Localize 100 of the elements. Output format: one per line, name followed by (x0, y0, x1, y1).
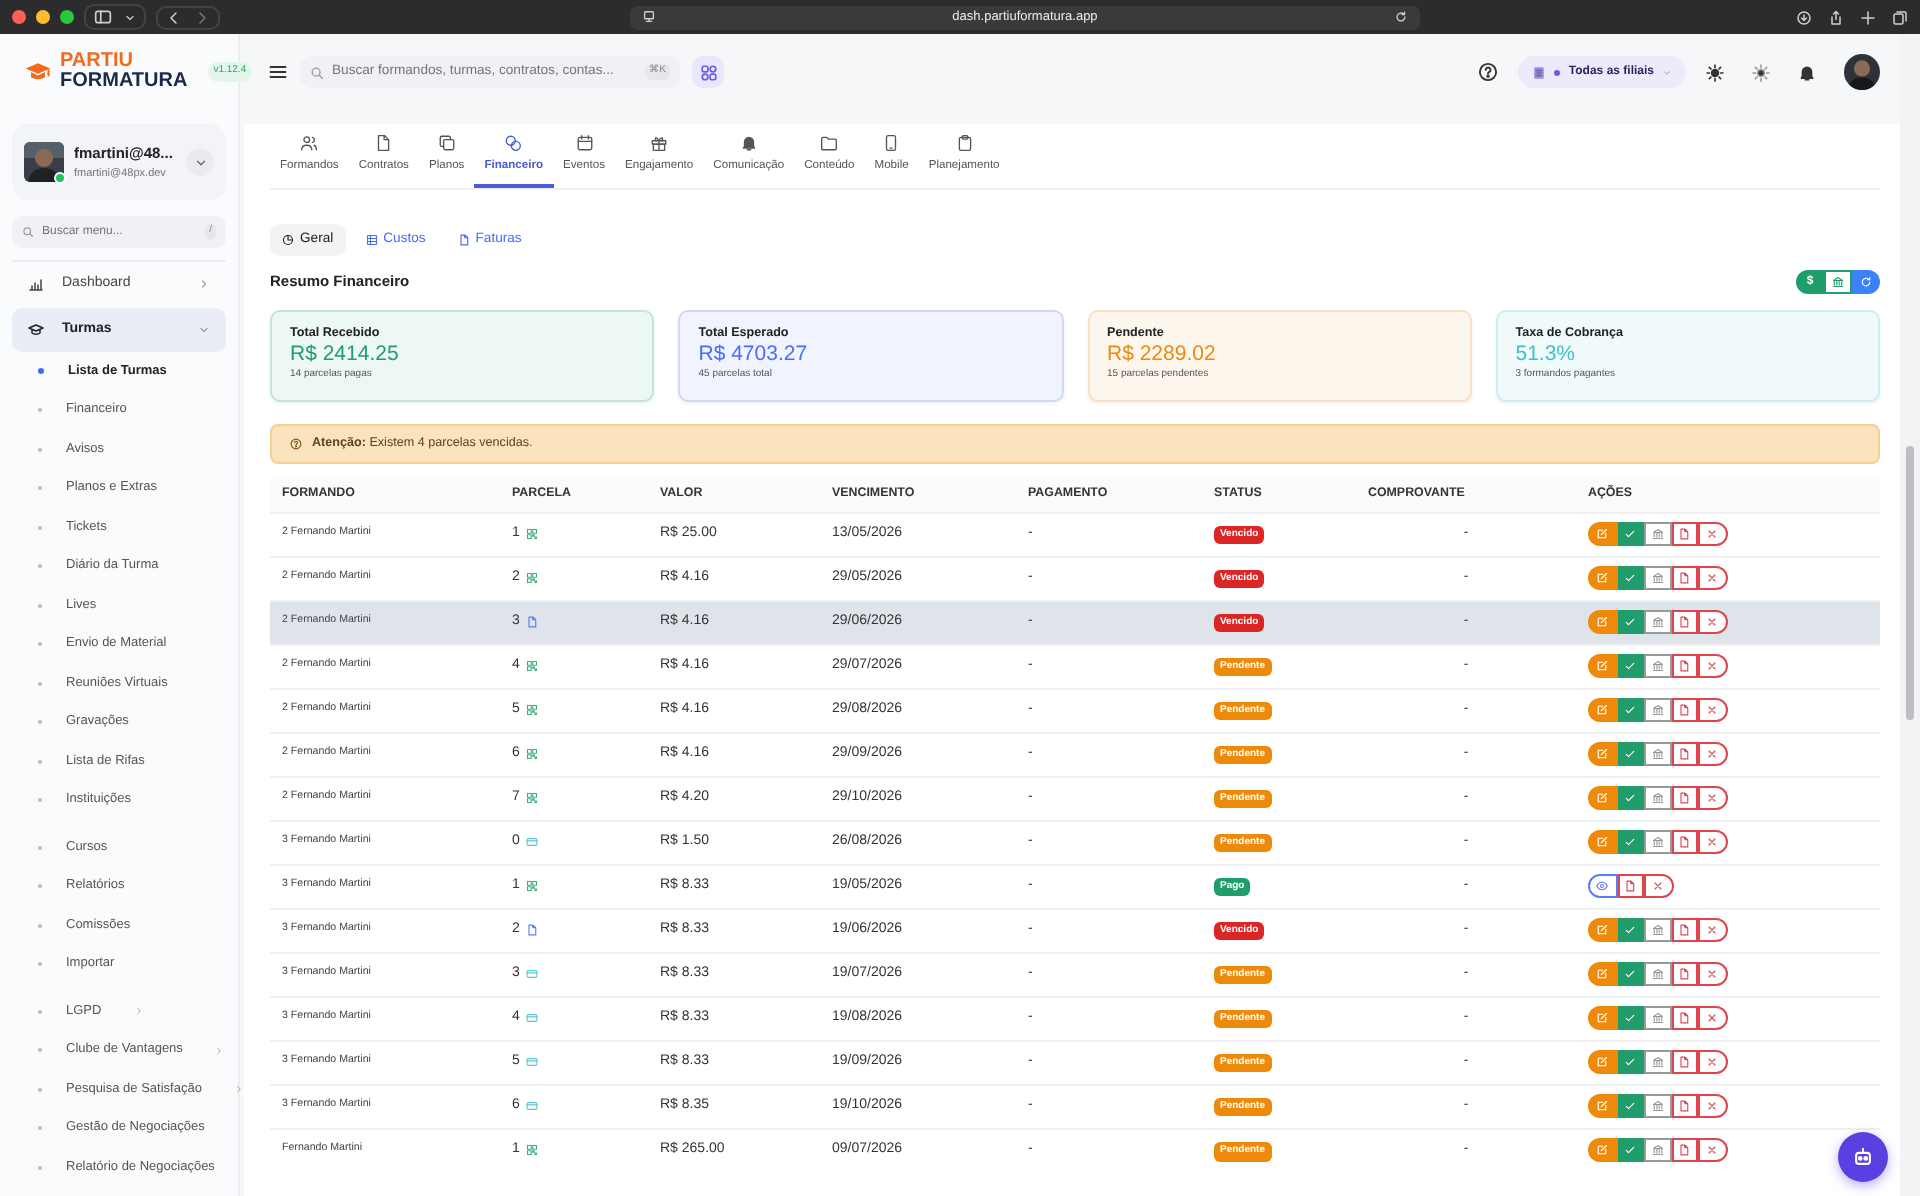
check-icon (1624, 836, 1637, 848)
file-button[interactable] (1671, 566, 1698, 590)
document-icon (457, 234, 470, 246)
file-button[interactable] (1671, 1094, 1698, 1118)
bank-button[interactable] (1644, 786, 1671, 810)
edit-icon (1596, 792, 1609, 804)
phone-icon (882, 133, 901, 152)
apps-button[interactable] (692, 56, 724, 88)
delete-button[interactable] (1698, 1050, 1727, 1074)
edit-button[interactable] (1588, 1094, 1617, 1118)
delete-button[interactable] (1698, 610, 1727, 634)
help-button[interactable] (1478, 62, 1499, 82)
file-button[interactable] (1671, 962, 1698, 986)
brightness-icon (1752, 63, 1770, 81)
users-icon (300, 133, 319, 152)
close-icon (1706, 748, 1719, 760)
bank-button[interactable] (1644, 1094, 1671, 1118)
file-button[interactable] (1671, 610, 1698, 634)
edit-button[interactable] (1588, 830, 1617, 854)
bank-button[interactable] (1644, 1050, 1671, 1074)
theme-button[interactable] (1706, 63, 1724, 81)
file-button[interactable] (1671, 1050, 1698, 1074)
brightness-button[interactable] (1752, 63, 1770, 81)
bank-button[interactable] (1644, 610, 1671, 634)
view-button[interactable] (1588, 874, 1617, 898)
coins-icon (504, 133, 523, 152)
file-button[interactable] (1671, 654, 1698, 678)
card-value: 51.3% (1515, 342, 1578, 367)
edit-button[interactable] (1588, 1006, 1617, 1030)
delete-button[interactable] (1698, 1006, 1727, 1030)
close-icon (1706, 704, 1719, 716)
document-icon (374, 133, 393, 152)
file-button[interactable] (1671, 918, 1698, 942)
bank-button[interactable] (1644, 698, 1671, 722)
file-button[interactable] (1671, 698, 1698, 722)
close-icon (1706, 836, 1719, 848)
delete-button[interactable] (1698, 1138, 1727, 1163)
bank-button[interactable] (1644, 654, 1671, 678)
bank-button[interactable] (1644, 742, 1671, 766)
bank-button[interactable] (1644, 1006, 1671, 1030)
delete-button[interactable] (1698, 698, 1727, 722)
bank-icon (1651, 1012, 1664, 1024)
bank-button[interactable] (1824, 270, 1852, 294)
delete-button[interactable] (1698, 962, 1727, 986)
file-button[interactable] (1671, 1006, 1698, 1030)
bank-button[interactable] (1644, 918, 1671, 942)
delete-button[interactable] (1698, 786, 1727, 810)
check-icon (1624, 660, 1637, 672)
delete-button[interactable] (1698, 918, 1727, 942)
bank-button[interactable] (1644, 566, 1671, 590)
delete-button[interactable] (1698, 522, 1727, 546)
edit-icon (1596, 924, 1609, 936)
confirm-button[interactable] (1617, 1138, 1644, 1163)
file-button[interactable] (1671, 786, 1698, 810)
bank-button[interactable] (1644, 962, 1671, 986)
close-icon (1706, 616, 1719, 628)
check-icon (1624, 1100, 1637, 1112)
bank-icon (1651, 1056, 1664, 1068)
edit-icon (1596, 968, 1609, 980)
document-icon (1678, 968, 1691, 980)
edit-button[interactable] (1588, 786, 1617, 810)
edit-button[interactable] (1588, 654, 1617, 678)
bank-button[interactable] (1644, 830, 1671, 854)
edit-button[interactable] (1588, 742, 1617, 766)
edit-button[interactable] (1588, 698, 1617, 722)
edit-button[interactable] (1588, 962, 1617, 986)
notifications-button[interactable] (1798, 63, 1816, 81)
logo-text: PARTIU (60, 52, 135, 72)
delete-button[interactable] (1698, 742, 1727, 766)
refresh-button[interactable] (1852, 270, 1880, 294)
bank-icon (1651, 968, 1664, 980)
menu-button[interactable] (268, 62, 288, 82)
file-button[interactable] (1671, 830, 1698, 854)
bank-button[interactable] (1644, 1138, 1671, 1163)
document-icon (1678, 1100, 1691, 1112)
delete-button[interactable] (1698, 654, 1727, 678)
chart-icon (28, 276, 44, 292)
bank-icon (1651, 1144, 1664, 1157)
edit-button[interactable] (1588, 1138, 1617, 1163)
close-icon (1706, 528, 1719, 540)
edit-button[interactable] (1588, 566, 1617, 590)
table-icon (365, 234, 378, 246)
menu-icon (268, 62, 288, 82)
file-button[interactable] (1671, 1138, 1698, 1163)
edit-button[interactable] (1588, 1050, 1617, 1074)
delete-button[interactable] (1644, 874, 1673, 898)
edit-button[interactable] (1588, 522, 1617, 546)
edit-button[interactable] (1588, 918, 1617, 942)
delete-button[interactable] (1698, 1094, 1727, 1118)
delete-button[interactable] (1698, 566, 1727, 590)
edit-button[interactable] (1588, 610, 1617, 634)
delete-button[interactable] (1698, 830, 1727, 854)
chevron-down-icon (193, 155, 207, 169)
file-button[interactable] (1671, 742, 1698, 766)
file-button[interactable] (1671, 522, 1698, 546)
bank-button[interactable] (1644, 522, 1671, 546)
document-icon (1678, 924, 1691, 936)
check-icon (1624, 616, 1637, 628)
file-button[interactable] (1617, 874, 1644, 898)
help-icon (1478, 62, 1499, 82)
